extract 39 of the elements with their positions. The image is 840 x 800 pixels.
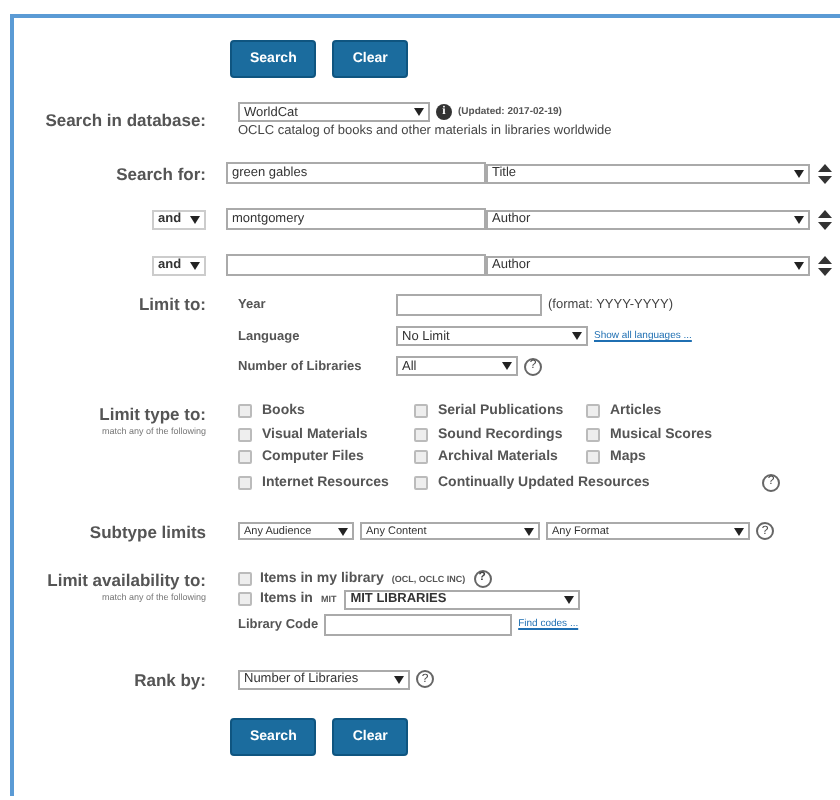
checkbox[interactable] bbox=[414, 427, 428, 442]
checkbox[interactable] bbox=[238, 592, 252, 607]
checkbox[interactable] bbox=[586, 427, 600, 442]
checkbox[interactable] bbox=[586, 404, 600, 418]
search-term-field[interactable] bbox=[226, 254, 486, 276]
field-label: Search in database: bbox=[45, 110, 206, 130]
caret-icon bbox=[572, 332, 582, 340]
caret-icon bbox=[794, 169, 804, 177]
checkbox[interactable] bbox=[414, 404, 428, 418]
year-field[interactable] bbox=[396, 294, 542, 316]
library-code-field[interactable] bbox=[324, 613, 513, 636]
caret-icon bbox=[794, 261, 804, 269]
checkbox[interactable] bbox=[414, 450, 428, 465]
caret-icon bbox=[524, 527, 534, 536]
caret-icon bbox=[794, 215, 804, 223]
field-label: Limit type to: bbox=[99, 404, 206, 424]
checkbox[interactable] bbox=[586, 450, 600, 465]
field-label: Limit to: bbox=[138, 294, 206, 314]
checkbox[interactable] bbox=[238, 571, 252, 586]
reorder-icon[interactable] bbox=[818, 163, 832, 183]
reorder-icon[interactable] bbox=[818, 255, 832, 275]
caret-icon bbox=[734, 527, 744, 536]
caret-icon bbox=[190, 261, 200, 269]
caret-icon bbox=[564, 595, 575, 604]
field-label: Subtype limits bbox=[89, 521, 206, 542]
caret-icon bbox=[338, 527, 348, 536]
checkbox[interactable] bbox=[238, 404, 252, 418]
field-label: Limit availability to: bbox=[47, 569, 206, 590]
checkbox[interactable] bbox=[238, 450, 252, 465]
caret-icon bbox=[394, 675, 404, 684]
checkbox[interactable] bbox=[414, 475, 428, 490]
reorder-icon[interactable] bbox=[818, 209, 832, 229]
caret-icon bbox=[190, 215, 200, 223]
field-label: Rank by: bbox=[134, 669, 206, 690]
field-label: Search for: bbox=[116, 163, 206, 183]
caret-icon bbox=[502, 362, 512, 370]
caret-icon bbox=[414, 108, 424, 116]
checkbox[interactable] bbox=[238, 475, 252, 490]
checkbox[interactable] bbox=[238, 427, 252, 442]
